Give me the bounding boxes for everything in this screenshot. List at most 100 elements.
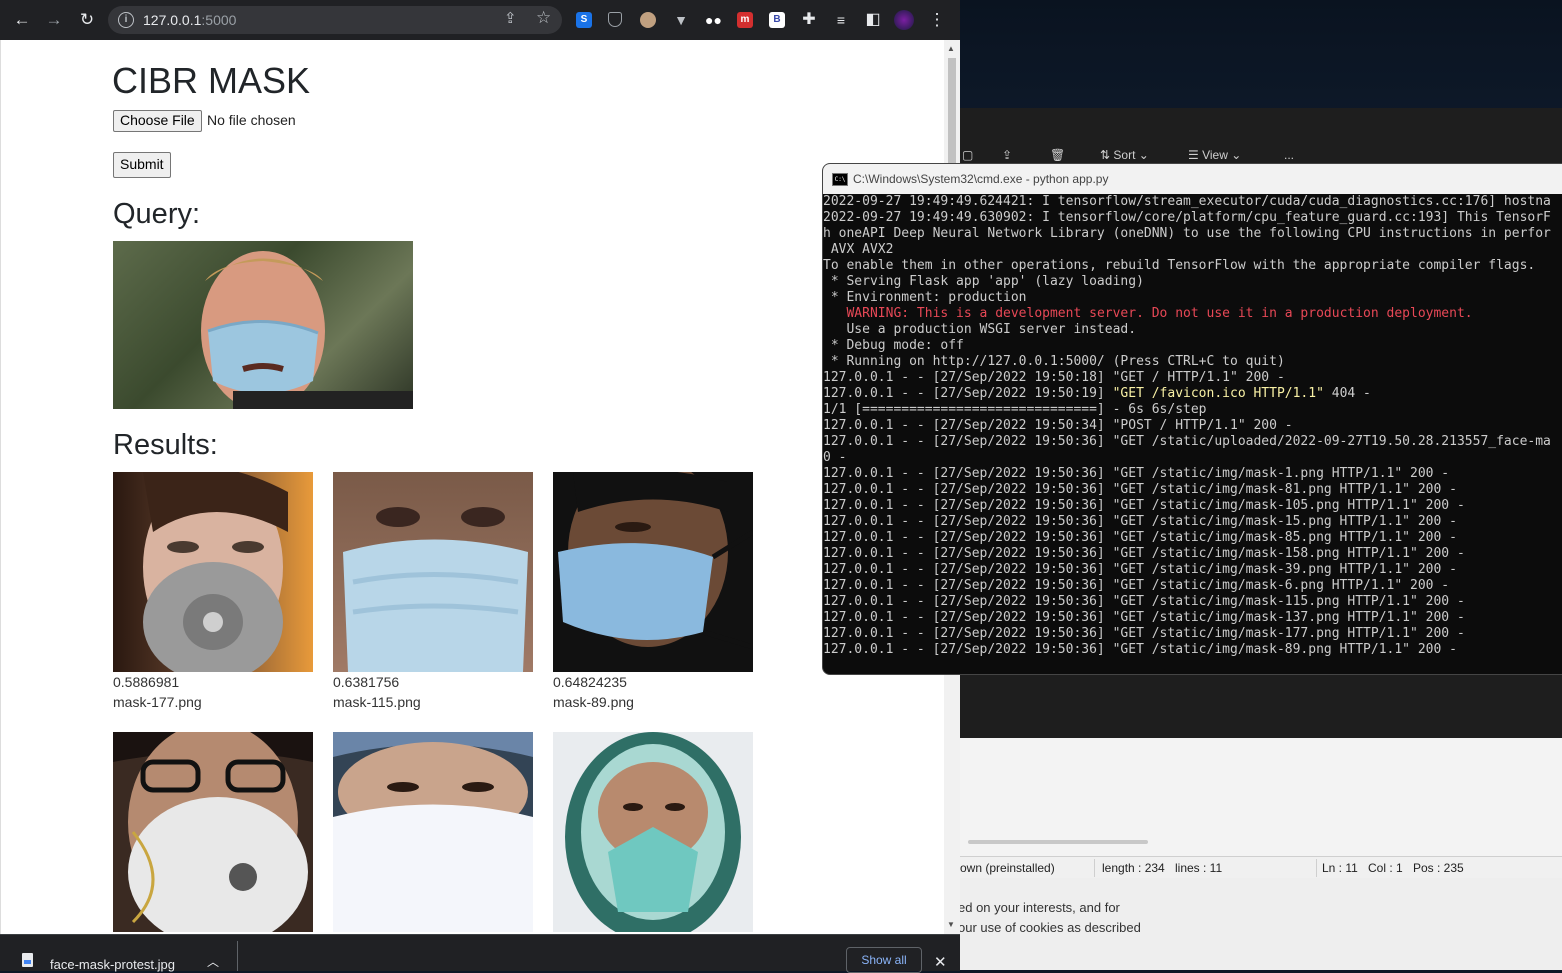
result-filename-2: mask-115.png — [333, 694, 421, 710]
console-line: * Serving Flask app 'app' (lazy loading) — [823, 274, 1144, 289]
close-icon[interactable]: ✕ — [934, 953, 947, 971]
cmd-output: 2022-09-27 19:49:49.624421: I tensorflow… — [823, 194, 1562, 674]
back-icon[interactable]: ← — [10, 8, 34, 32]
view-button[interactable]: ☰ View ⌄ — [1188, 148, 1241, 162]
query-heading: Query: — [113, 198, 201, 230]
browser-window: ← → ↻ i 127.0.0.1:5000 ⇪ ☆ S ▼ ●● m B ✚ … — [0, 0, 960, 973]
result-image-1[interactable] — [113, 472, 313, 672]
medium-extension-icon[interactable]: ●● — [705, 12, 722, 28]
menu-icon[interactable]: ⋮ — [925, 8, 949, 32]
console-line: 127.0.0.1 - - [27/Sep/2022 19:50:36] "GE… — [823, 514, 1457, 529]
status-length: length : 234 — [1102, 861, 1165, 875]
side-panel-icon[interactable]: ◧ — [861, 8, 885, 32]
editor-status-bar: own (preinstalled) length : 234 lines : … — [958, 856, 1562, 879]
result-filename-1: mask-177.png — [113, 694, 202, 710]
status-col: Col : 1 — [1368, 861, 1403, 875]
horizontal-scrollbar[interactable] — [968, 840, 1148, 844]
console-line: * Environment: production — [823, 290, 1027, 305]
profile-avatar[interactable] — [894, 10, 914, 30]
s-extension-icon[interactable]: S — [576, 12, 592, 28]
console-line: 0 - — [823, 450, 847, 465]
more-button[interactable]: ... — [1284, 148, 1294, 162]
v-extension-icon[interactable]: ▼ — [673, 12, 689, 28]
result-score-2: 0.6381756 — [333, 674, 400, 690]
chevron-up-icon[interactable]: ︿ — [207, 953, 219, 970]
console-line: 127.0.0.1 - - [27/Sep/2022 19:50:36] "GE… — [823, 530, 1457, 545]
cookie-line-1: ed on your interests, and for — [958, 900, 1120, 915]
m-extension-icon[interactable]: m — [737, 12, 753, 28]
cmd-title-text: C:\Windows\System32\cmd.exe - python app… — [853, 172, 1109, 186]
console-line: To enable them in other operations, rebu… — [823, 258, 1536, 273]
web-page: CIBR MASK Choose File No file chosen Sub… — [0, 40, 945, 934]
console-line: 127.0.0.1 - - [27/Sep/2022 19:50:36] "GE… — [823, 482, 1457, 497]
result-image-4[interactable] — [113, 732, 313, 932]
result-score-1: 0.5886981 — [113, 674, 180, 690]
extensions-icon[interactable]: ✚ — [797, 8, 821, 32]
reading-list-icon[interactable]: ≡ — [829, 8, 853, 32]
result-filename-3: mask-89.png — [553, 694, 634, 710]
console-line: 127.0.0.1 - - [27/Sep/2022 19:50:36] "GE… — [823, 610, 1465, 625]
show-all-button[interactable]: Show all — [846, 947, 922, 973]
page-title: CIBR MASK — [112, 60, 311, 101]
b-extension-icon[interactable]: B — [769, 12, 785, 28]
console-line: 127.0.0.1 - - [27/Sep/2022 19:50:36] "GE… — [823, 466, 1450, 481]
console-line: Use a production WSGI server instead. — [823, 322, 1137, 337]
scroll-down-icon[interactable]: ▼ — [947, 920, 955, 929]
console-line: WARNING: This is a development server. D… — [846, 306, 1473, 321]
console-line: 127.0.0.1 - - [27/Sep/2022 19:50:18] "GE… — [823, 370, 1285, 385]
console-line: h oneAPI Deep Neural Network Library (on… — [823, 226, 1551, 241]
scroll-up-icon[interactable]: ▲ — [947, 44, 955, 53]
console-line: 127.0.0.1 - - [27/Sep/2022 19:50:36] "GE… — [823, 434, 1551, 449]
result-image-2[interactable] — [333, 472, 533, 672]
status-lines: lines : 11 — [1175, 861, 1223, 875]
cmd-window: C:\ C:\Windows\System32\cmd.exe - python… — [822, 163, 1562, 675]
copy-icon[interactable]: ▢ — [962, 148, 973, 162]
status-ln: Ln : 11 — [1322, 861, 1358, 875]
console-line: 127.0.0.1 - - [27/Sep/2022 19:50:36] "GE… — [823, 546, 1465, 561]
console-line: 127.0.0.1 - - [27/Sep/2022 19:50:36] "GE… — [823, 642, 1457, 657]
star-icon[interactable]: ☆ — [536, 8, 551, 28]
query-image — [113, 241, 413, 409]
console-line: AVX AVX2 — [823, 242, 894, 257]
console-line: * Running on http://127.0.0.1:5000/ (Pre… — [823, 354, 1285, 369]
download-bar: face-mask-protest.jpg ︿ Show all ✕ — [0, 934, 960, 973]
url-text[interactable]: 127.0.0.1:5000 — [143, 12, 236, 28]
console-line: 2022-09-27 19:49:49.630902: I tensorflow… — [823, 210, 1551, 225]
result-image-6[interactable] — [553, 732, 753, 932]
delete-icon[interactable]: 🗑 — [1050, 148, 1065, 162]
result-score-3: 0.64824235 — [553, 674, 627, 690]
console-line: 127.0.0.1 - - [27/Sep/2022 19:50:36] "GE… — [823, 498, 1465, 513]
info-icon[interactable]: i — [118, 12, 134, 28]
console-line: * Debug mode: off — [823, 338, 964, 353]
forward-icon[interactable]: → — [42, 8, 66, 32]
console-line: 127.0.0.1 - - [27/Sep/2022 19:50:34] "PO… — [823, 418, 1293, 433]
share-icon[interactable]: ⇪ — [1002, 148, 1012, 162]
console-line: 127.0.0.1 - - [27/Sep/2022 19:50:36] "GE… — [823, 626, 1465, 641]
address-bar[interactable]: i 127.0.0.1:5000 ⇪ ☆ — [108, 6, 562, 34]
sort-button[interactable]: ⇅ Sort ⌄ — [1100, 148, 1149, 162]
browser-toolbar: ← → ↻ i 127.0.0.1:5000 ⇪ ☆ S ▼ ●● m B ✚ … — [0, 0, 960, 40]
choose-file-button[interactable]: Choose File — [113, 110, 202, 132]
share-icon[interactable]: ⇪ — [504, 9, 517, 27]
result-image-5[interactable] — [333, 732, 533, 932]
console-line: 127.0.0.1 - - [27/Sep/2022 19:50:36] "GE… — [823, 578, 1450, 593]
owl-extension-icon[interactable] — [640, 12, 656, 28]
text-editor-area — [958, 738, 1562, 856]
file-status-text: No file chosen — [207, 112, 296, 128]
submit-button[interactable]: Submit — [113, 152, 171, 178]
reload-icon[interactable]: ↻ — [75, 8, 99, 32]
cmd-title-bar[interactable]: C:\ C:\Windows\System32\cmd.exe - python… — [823, 164, 1562, 194]
cookie-notice: ed on your interests, and for our use of… — [958, 878, 1562, 970]
console-line: 127.0.0.1 - - [27/Sep/2022 19:50:36] "GE… — [823, 594, 1465, 609]
result-image-3[interactable] — [553, 472, 753, 672]
shield-extension-icon[interactable] — [608, 12, 622, 27]
cookie-line-2: our use of cookies as described — [958, 920, 1141, 935]
results-heading: Results: — [113, 429, 218, 461]
console-line: 1/1 [==============================] - 6… — [823, 402, 1207, 417]
status-language: own (preinstalled) — [960, 861, 1055, 875]
console-line: 127.0.0.1 - - [27/Sep/2022 19:50:19] "GE… — [823, 386, 1371, 401]
console-line: 127.0.0.1 - - [27/Sep/2022 19:50:36] "GE… — [823, 562, 1457, 577]
status-pos: Pos : 235 — [1413, 861, 1464, 875]
cmd-icon: C:\ — [832, 173, 848, 186]
console-line: 2022-09-27 19:49:49.624421: I tensorflow… — [823, 194, 1551, 209]
